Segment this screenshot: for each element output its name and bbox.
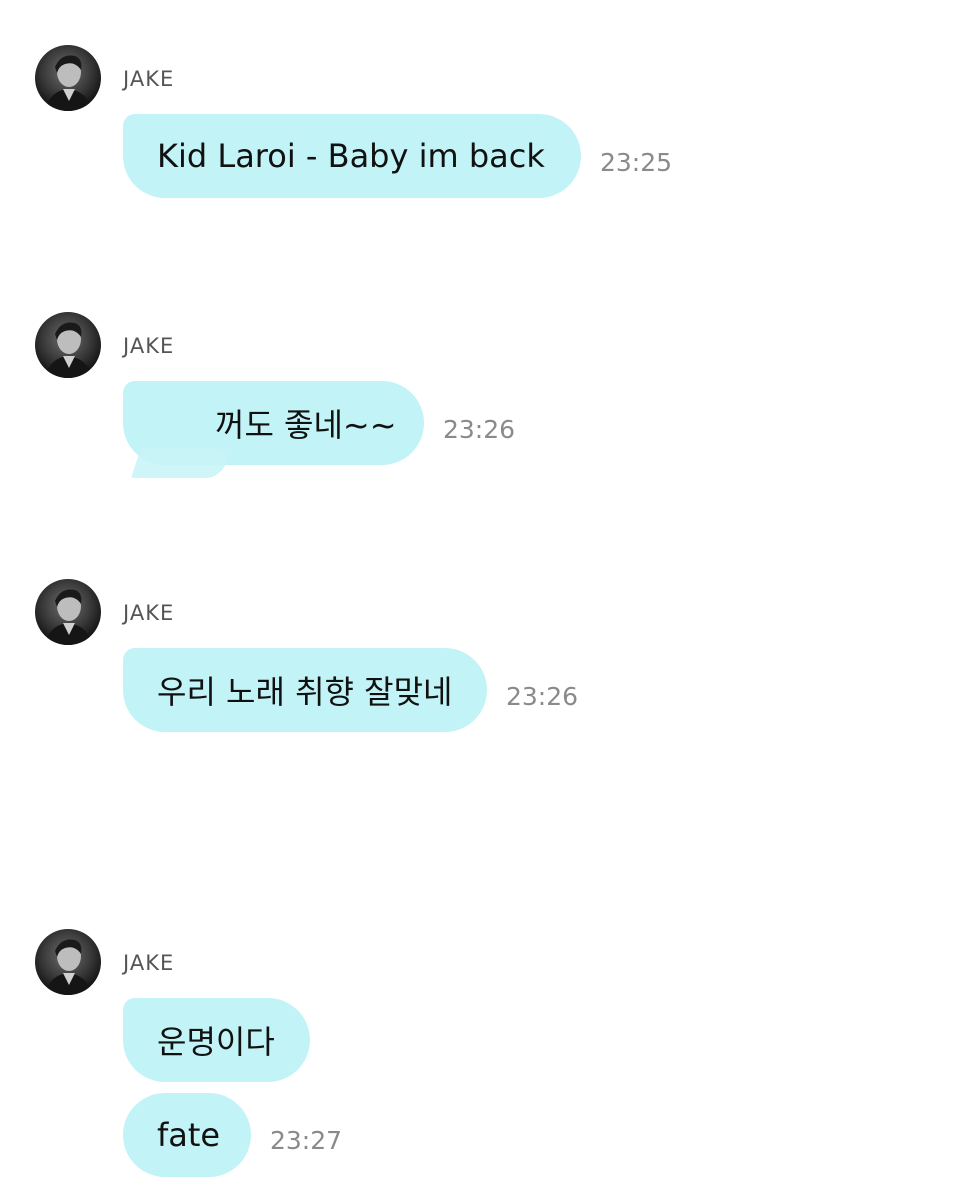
avatar[interactable] — [35, 312, 101, 378]
profile-photo-icon — [45, 55, 93, 111]
avatar[interactable] — [35, 45, 101, 111]
avatar[interactable] — [35, 579, 101, 645]
message-bubble[interactable]: Kid Laroi - Baby im back — [123, 114, 581, 198]
sender-name: JAKE — [123, 951, 175, 975]
profile-photo-icon — [45, 589, 93, 645]
message-bubble[interactable]: 운명이다 — [123, 998, 310, 1082]
message-text: fate — [157, 1116, 221, 1154]
message-timestamp: 23:26 — [506, 682, 579, 711]
redaction-smudge — [131, 448, 231, 478]
message-timestamp: 23:26 — [443, 415, 516, 444]
profile-photo-icon — [45, 322, 93, 378]
message-timestamp: 23:27 — [270, 1126, 343, 1155]
sender-name: JAKE — [123, 334, 175, 358]
message-text: Kid Laroi - Baby im back — [157, 137, 545, 175]
message-bubble[interactable]: fate — [123, 1093, 251, 1177]
avatar[interactable] — [35, 929, 101, 995]
message-text: 운명이다 — [157, 1023, 275, 1061]
message-text: 꺼도 좋네~~ — [215, 406, 397, 444]
profile-photo-icon — [45, 939, 93, 995]
message-timestamp: 23:25 — [600, 148, 673, 177]
message-bubble[interactable]: 우리 노래 취향 잘맞네 — [123, 648, 487, 732]
sender-name: JAKE — [123, 67, 175, 91]
sender-name: JAKE — [123, 601, 175, 625]
message-text: 우리 노래 취향 잘맞네 — [157, 673, 453, 711]
